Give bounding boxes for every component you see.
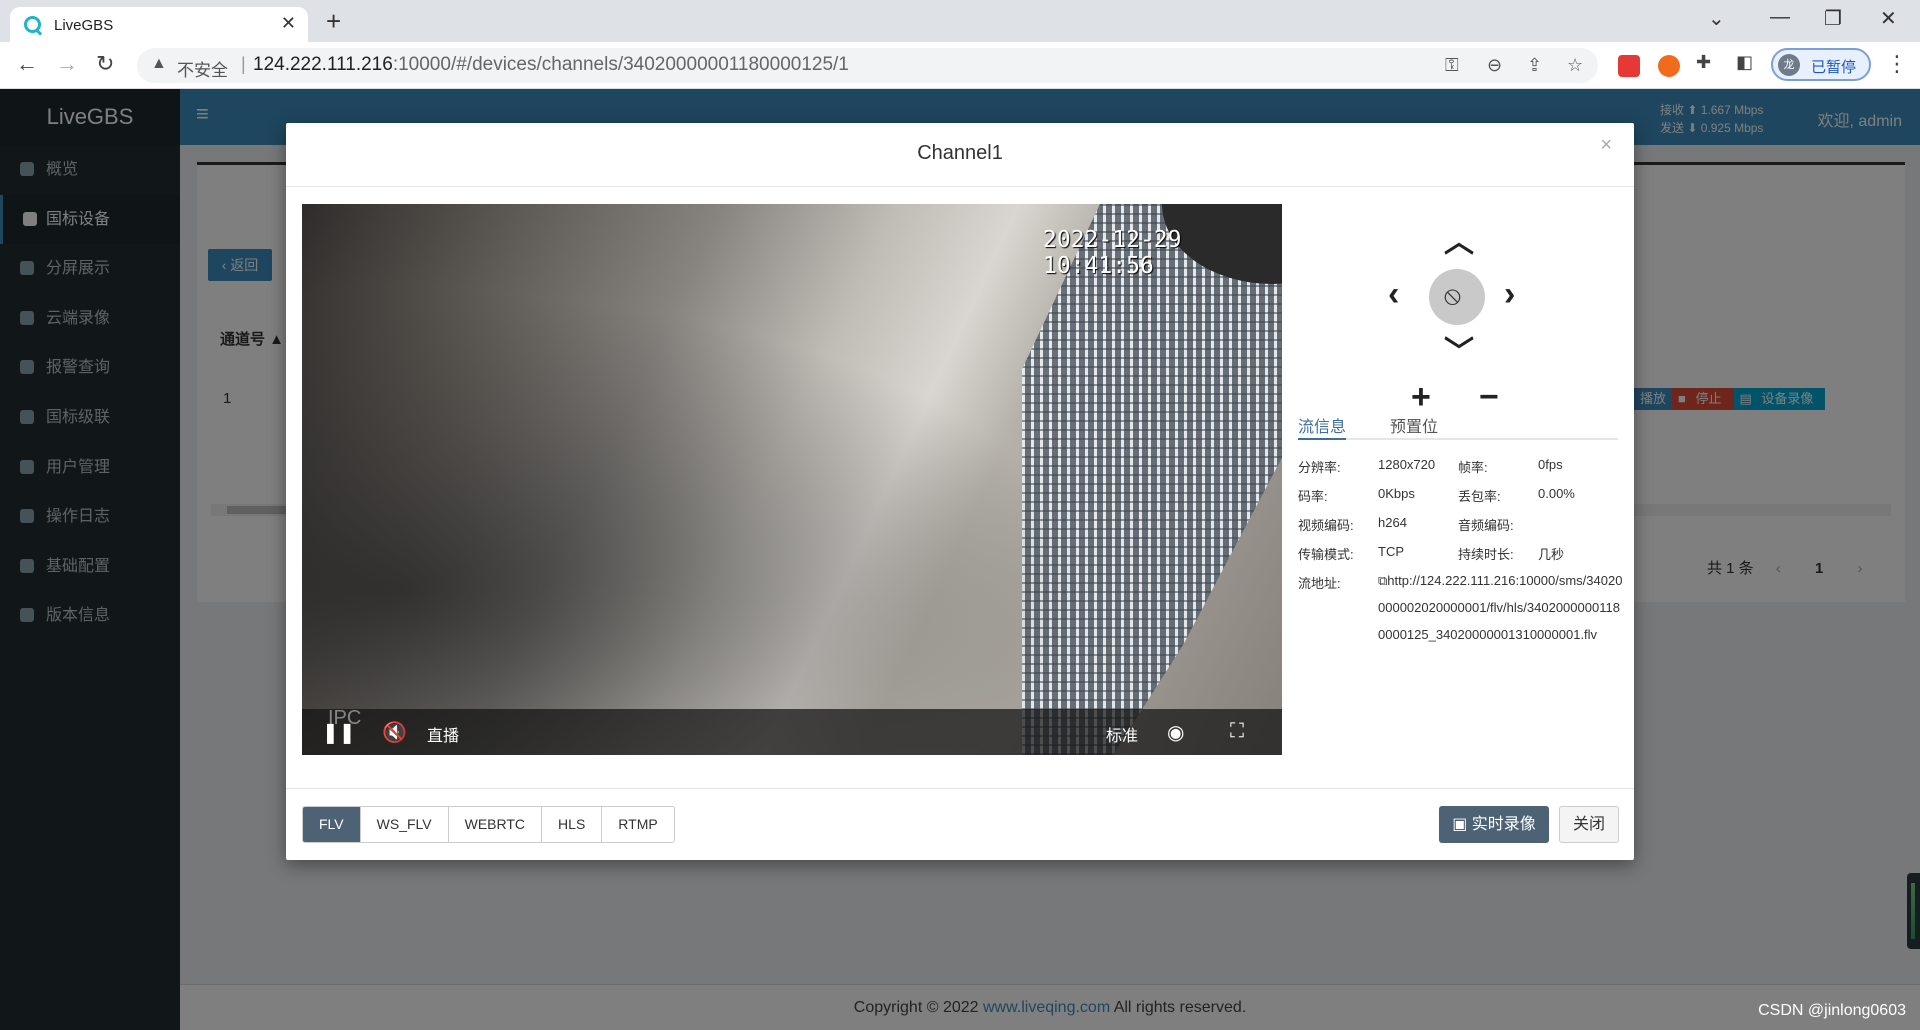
bitrate-label: 码率: — [1298, 489, 1328, 504]
profile-label: 已暂停 — [1811, 59, 1857, 76]
loss-label: 丢包率: — [1458, 489, 1501, 504]
url-separator: | — [241, 54, 246, 74]
stream-address[interactable]: ⧉http://124.222.111.216:10000/sms/340200… — [1378, 567, 1623, 648]
live-label: 直播 — [427, 728, 460, 745]
tab-search-chevron-icon[interactable]: ⌄ — [1708, 6, 1725, 31]
protocol-rtmp[interactable]: RTMP — [602, 807, 674, 842]
transport-label: 传输模式: — [1298, 547, 1354, 562]
tab-stream-info[interactable]: 流信息 — [1298, 413, 1346, 437]
url-text[interactable]: 124.222.111.216:10000/#/devices/channels… — [253, 54, 849, 76]
protocol-hls[interactable]: HLS — [542, 807, 603, 842]
modal-title: Channel1 — [917, 142, 1003, 164]
pause-icon[interactable]: ❚❚ — [322, 720, 356, 745]
browser-toolbar: ← → ↻ ▲ 不安全 | 124.222.111.216:10000/#/de… — [0, 42, 1920, 89]
watermark: CSDN @jinlong0603 — [1758, 1002, 1906, 1019]
fullscreen-icon[interactable]: ⛶ — [1230, 720, 1244, 743]
bitrate-value: 0Kbps — [1378, 486, 1415, 501]
loss-value: 0.00% — [1538, 486, 1575, 501]
address-bar[interactable]: ▲ 不安全 | 124.222.111.216:10000/#/devices/… — [137, 48, 1598, 83]
copy-icon[interactable]: ⧉ — [1378, 573, 1387, 588]
browser-tab-strip: LiveGBS ✕ + ⌄ — ❐ ✕ — [0, 0, 1920, 42]
insecure-label: 不安全 — [177, 61, 228, 80]
tab-active-indicator — [1298, 438, 1346, 440]
resolution-value: 1280x720 — [1378, 457, 1436, 472]
app-page: LiveGBS 概览 国标设备 分屏展示 云端录像 报警查询 国标级联 用户管理… — [0, 89, 1920, 1030]
stream-info: 分辨率: 1280x720 帧率: 0fps 码率: 0Kbps 丢包率: 0.… — [1298, 457, 1623, 642]
new-tab-icon[interactable]: + — [326, 6, 341, 37]
back-arrow-icon[interactable]: ← — [16, 51, 38, 77]
extensions-puzzle-icon[interactable]: ✚ — [1696, 52, 1711, 73]
acodec-label: 音频编码: — [1458, 518, 1514, 533]
protocol-ws-flv[interactable]: WS_FLV — [360, 807, 449, 842]
mute-icon[interactable]: 🔇 — [382, 720, 407, 745]
modal-close-icon[interactable]: × — [1600, 134, 1612, 157]
fps-label: 帧率: — [1458, 460, 1488, 475]
key-icon[interactable]: ⚿ — [1445, 55, 1459, 76]
bookmark-star-icon[interactable]: ☆ — [1567, 55, 1583, 76]
duration-label: 持续时长: — [1458, 547, 1514, 562]
info-tabs: 流信息 预置位 — [1298, 409, 1618, 440]
address-label: 流地址: — [1298, 576, 1341, 591]
browser-menu-icon[interactable]: ⋮ — [1886, 51, 1908, 77]
snapshot-icon[interactable]: ◉ — [1167, 720, 1184, 745]
vcodec-label: 视频编码: — [1298, 518, 1354, 533]
extension-orange-icon[interactable] — [1658, 55, 1680, 77]
fps-value: 0fps — [1538, 457, 1563, 472]
video-shadow — [302, 204, 1282, 755]
protocol-flv[interactable]: FLV — [303, 807, 361, 842]
window-close-icon[interactable]: ✕ — [1880, 6, 1897, 31]
osd-timestamp: 2022-12-29 10:41:56 — [1043, 227, 1182, 279]
live-record-button[interactable]: ▣ 实时录像 — [1439, 806, 1549, 843]
save-icon: ▣ — [1452, 816, 1468, 833]
transport-value: TCP — [1378, 544, 1404, 559]
share-icon[interactable]: ⇪ — [1527, 55, 1542, 76]
quality-selector[interactable]: 标准 — [1106, 722, 1138, 746]
restore-icon[interactable]: ❐ — [1824, 6, 1842, 31]
video-player[interactable]: 2022-12-29 10:41:56 IPC ❚❚ 🔇 直播 标准 ◉ ⛶ — [302, 204, 1282, 755]
forward-arrow-icon[interactable]: → — [56, 51, 78, 77]
player-controls: IPC ❚❚ 🔇 直播 标准 ◉ ⛶ — [302, 707, 1282, 755]
side-panel-icon[interactable]: ◧ — [1736, 52, 1753, 73]
tab-close-icon[interactable]: ✕ — [281, 13, 296, 34]
channel-modal: Channel1 × 2022-12-29 10:41:56 IPC ❚❚ 🔇 … — [286, 123, 1634, 860]
zoom-icon[interactable]: ⊖ — [1487, 55, 1502, 76]
browser-tab[interactable]: LiveGBS ✕ — [10, 7, 308, 42]
minimize-icon[interactable]: — — [1770, 6, 1790, 29]
modal-header: Channel1 × — [286, 123, 1634, 187]
warning-triangle-icon: ▲ — [151, 55, 167, 72]
ptz-down-icon[interactable]: ﹀ — [1444, 327, 1474, 371]
profile-button[interactable]: 龙 已暂停 — [1771, 48, 1871, 81]
close-button[interactable]: 关闭 — [1559, 806, 1619, 843]
protocol-webrtc[interactable]: WEBRTC — [448, 807, 543, 842]
tab-presets[interactable]: 预置位 — [1390, 413, 1438, 437]
tab-title: LiveGBS — [54, 17, 114, 34]
duration-value: 几秒 — [1538, 547, 1565, 562]
livegbs-favicon-icon — [24, 16, 41, 33]
stream-address-text: http://124.222.111.216:10000/sms/3402000… — [1378, 573, 1623, 642]
modal-footer: FLV WS_FLV WEBRTC HLS RTMP ▣ 实时录像 关闭 — [286, 788, 1634, 860]
ptz-left-icon[interactable]: ‹ — [1388, 275, 1399, 314]
reload-icon[interactable]: ↻ — [96, 51, 114, 77]
avatar: 龙 — [1778, 54, 1800, 76]
vcodec-value: h264 — [1378, 515, 1407, 530]
resolution-label: 分辨率: — [1298, 460, 1341, 475]
extension-fe-icon[interactable] — [1618, 55, 1640, 77]
protocol-switcher: FLV WS_FLV WEBRTC HLS RTMP — [302, 806, 675, 843]
ptz-right-icon[interactable]: › — [1504, 275, 1515, 314]
